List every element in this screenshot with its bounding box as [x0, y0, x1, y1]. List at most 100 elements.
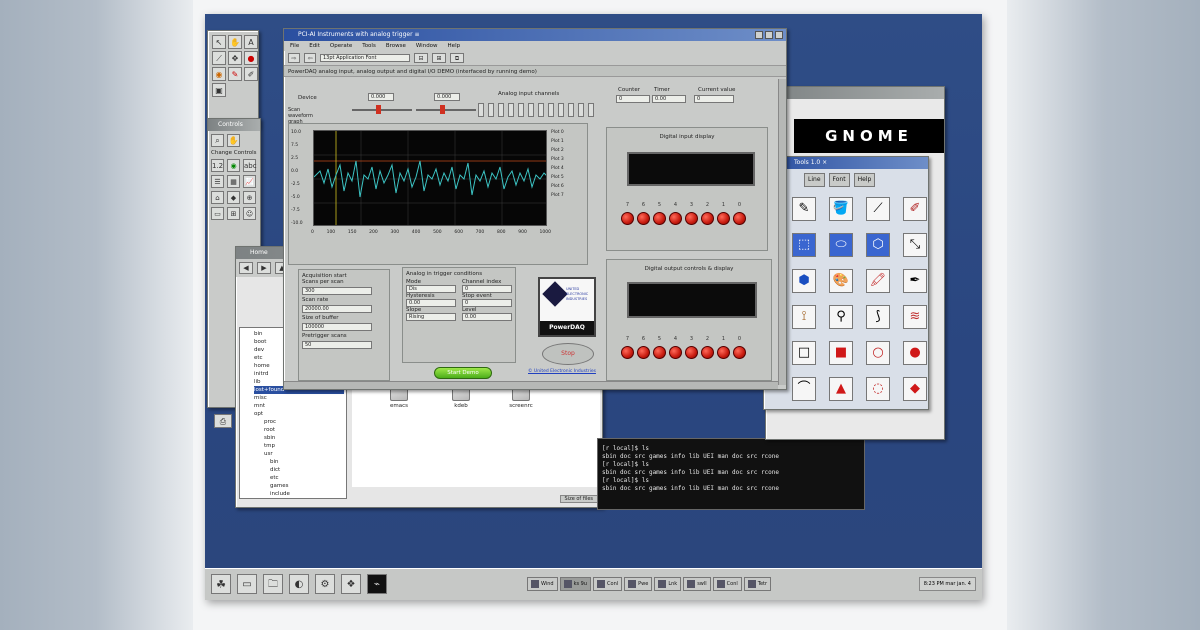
tree-item[interactable]: dict — [254, 466, 344, 474]
led-toggle[interactable] — [621, 346, 634, 359]
ai-1-slider-thumb[interactable] — [440, 105, 445, 114]
wire-icon[interactable]: ⟋ — [212, 51, 226, 65]
led-toggle[interactable] — [701, 346, 714, 359]
task-button[interactable]: Conl — [593, 577, 623, 591]
mode-select[interactable]: Dis — [406, 285, 456, 293]
minimize-icon[interactable] — [755, 31, 763, 39]
string-icon[interactable]: abc — [243, 159, 257, 172]
task-button[interactable]: Lnk — [654, 577, 682, 591]
list-icon[interactable]: ☰ — [211, 175, 224, 188]
menu-browse[interactable]: Browse — [386, 41, 406, 51]
menu-window[interactable]: Window — [416, 41, 438, 51]
line-icon[interactable]: ⟋ — [866, 197, 890, 221]
tree-item[interactable]: misc — [254, 394, 344, 402]
channel-switch[interactable] — [548, 103, 554, 117]
led-toggle[interactable] — [733, 346, 746, 359]
reorder-icon[interactable]: ⧉ — [450, 53, 464, 63]
close-icon[interactable] — [775, 31, 783, 39]
horizontal-scrollbar[interactable] — [284, 381, 778, 389]
filled-rectangle-icon[interactable]: ■ — [829, 341, 853, 365]
led-toggle[interactable] — [653, 346, 666, 359]
menu-edit[interactable]: Edit — [309, 41, 320, 51]
scroll-icon[interactable]: ✥ — [228, 51, 242, 65]
crayon-icon[interactable]: 🖍 — [866, 269, 890, 293]
picker-icon[interactable]: ⚲ — [829, 305, 853, 329]
classic-icon[interactable]: ⊞ — [227, 207, 240, 220]
task-button[interactable]: Wind — [527, 577, 558, 591]
boolean-icon[interactable]: ◉ — [227, 159, 240, 172]
numeric-icon[interactable]: 1.2 — [211, 159, 224, 172]
hand-icon[interactable]: ✋ — [227, 134, 240, 147]
curve-icon[interactable]: ⟆ — [866, 305, 890, 329]
channel-switch[interactable] — [538, 103, 544, 117]
run-icon[interactable]: ⇨ — [288, 53, 300, 63]
stop-event-field[interactable]: 0 — [462, 299, 512, 307]
align-icon[interactable]: ⊟ — [414, 53, 428, 63]
channel-switch[interactable] — [578, 103, 584, 117]
array-icon[interactable]: ▦ — [227, 175, 240, 188]
ai-0-field[interactable]: 0.000 — [368, 93, 394, 101]
refnum-icon[interactable]: ⊕ — [243, 191, 256, 204]
maximize-icon[interactable] — [765, 31, 773, 39]
level-field[interactable]: 0.00 — [462, 313, 512, 321]
vertical-scrollbar[interactable] — [778, 79, 786, 385]
probe-icon[interactable]: ◉ — [212, 67, 226, 81]
arc-icon[interactable]: ⌒ — [792, 377, 816, 401]
fill-icon[interactable]: 🪣 — [829, 197, 853, 221]
hysteresis-field[interactable]: 0.00 — [406, 299, 456, 307]
forward-icon[interactable]: ▶ — [257, 262, 271, 274]
channel-index-field[interactable]: 0 — [462, 285, 512, 293]
stop-button[interactable]: Stop — [542, 343, 594, 365]
brush-icon[interactable]: ✐ — [244, 67, 258, 81]
ai-1-field[interactable]: 0.000 — [434, 93, 460, 101]
monitor-launcher-icon[interactable]: ⌁ — [367, 574, 387, 594]
ink-icon[interactable]: ✒ — [903, 269, 927, 293]
menu-file[interactable]: File — [290, 41, 299, 51]
task-button[interactable]: ks 9u — [559, 577, 592, 591]
led-toggle[interactable] — [669, 346, 682, 359]
tree-item[interactable]: opt — [254, 410, 344, 418]
browser-launcher-icon[interactable]: ◐ — [289, 574, 309, 594]
channel-switch[interactable] — [558, 103, 564, 117]
led-toggle[interactable] — [637, 346, 650, 359]
channel-switch[interactable] — [488, 103, 494, 117]
task-button[interactable]: Pwe — [624, 577, 653, 591]
user-controls-icon[interactable]: ☺ — [243, 207, 256, 220]
ai-0-slider[interactable] — [352, 109, 412, 111]
slope-select[interactable]: Rising — [406, 313, 456, 321]
tree-item[interactable]: sbin — [254, 434, 344, 442]
select-ellipse-icon[interactable]: ⬭ — [829, 233, 853, 257]
ai-1-slider[interactable] — [416, 109, 476, 111]
led-toggle[interactable] — [717, 346, 730, 359]
freeform-icon[interactable]: ◌ — [866, 377, 890, 401]
tree-item[interactable]: proc — [254, 418, 344, 426]
apps-launcher-icon[interactable]: ❖ — [341, 574, 361, 594]
channel-switch[interactable] — [588, 103, 594, 117]
filled-ellipse-icon[interactable]: ● — [903, 341, 927, 365]
tab-help[interactable]: Help — [853, 173, 876, 187]
file-label[interactable]: screenrc — [501, 403, 541, 409]
led-toggle[interactable] — [685, 346, 698, 359]
file-label[interactable]: kdeb — [441, 403, 481, 409]
task-button[interactable]: swll — [683, 577, 711, 591]
tree-item[interactable]: root — [254, 426, 344, 434]
back-icon[interactable]: ◀ — [239, 262, 253, 274]
printer-icon[interactable]: ⎙ — [214, 414, 232, 428]
tab-font[interactable]: Font — [828, 173, 850, 187]
tree-item[interactable]: tmp — [254, 442, 344, 450]
tab-line[interactable]: Line — [804, 173, 825, 187]
color-copy-icon[interactable]: ✎ — [228, 67, 242, 81]
clock[interactable]: 8:23 PM mar jan. 4 — [918, 577, 976, 591]
channel-switch[interactable] — [528, 103, 534, 117]
file-label[interactable]: emacs — [379, 403, 419, 409]
settings-launcher-icon[interactable]: ⚙ — [315, 574, 335, 594]
font-select[interactable]: 13pt Application Font — [320, 54, 410, 62]
search-icon[interactable]: ⌕ — [211, 134, 224, 147]
decorations-icon[interactable]: ◆ — [227, 191, 240, 204]
copyright-link[interactable]: © United Electronic Industries — [528, 369, 596, 374]
graph-icon[interactable]: 📈 — [243, 175, 256, 188]
task-button[interactable]: Tetr — [743, 577, 772, 591]
dialog-icon[interactable]: ▭ — [211, 207, 224, 220]
menu-operate[interactable]: Operate — [330, 41, 352, 51]
select-free-icon[interactable]: ⬡ — [866, 233, 890, 257]
